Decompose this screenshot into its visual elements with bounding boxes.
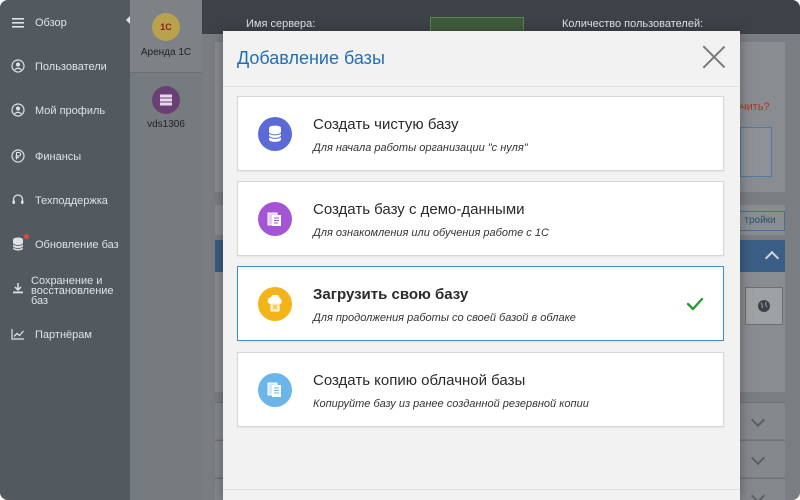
checkmark-icon bbox=[685, 294, 705, 314]
sidebar-item-label: Техподдержка bbox=[35, 195, 108, 207]
logo-1c-icon: 1С bbox=[152, 13, 180, 41]
app-label: vds1306 bbox=[147, 119, 185, 130]
server-icon bbox=[152, 86, 180, 114]
sidebar-item-label: Мой профиль bbox=[35, 105, 106, 117]
option-create-empty-db[interactable]: Создать чистую базу Для начала работы ор… bbox=[237, 96, 724, 171]
close-icon[interactable] bbox=[702, 45, 726, 69]
app-tile-rent-1c[interactable]: 1С Аренда 1С bbox=[130, 0, 202, 73]
sidebar-item-backup[interactable]: Сохранение и восстановление баз bbox=[0, 275, 130, 307]
sidebar: Обзор Пользователи Мой профиль Финансы Т bbox=[0, 0, 130, 500]
chevron-down-icon bbox=[750, 488, 766, 500]
background-link: очить? bbox=[735, 101, 770, 113]
add-database-dialog: Добавление базы Создать чистую базу Для … bbox=[223, 31, 740, 500]
download-icon bbox=[10, 280, 26, 296]
server-name-label: Имя сервера: bbox=[246, 18, 316, 30]
sidebar-item-label: Пользователи bbox=[35, 61, 107, 73]
settings-button: тройки bbox=[735, 211, 785, 231]
menu-icon bbox=[10, 15, 26, 31]
sidebar-item-db-update[interactable]: Обновление баз bbox=[0, 236, 130, 252]
apps-column: 1С Аренда 1С vds1306 bbox=[130, 0, 202, 500]
sidebar-item-label: Партнёрам bbox=[35, 329, 92, 341]
option-description: Для начала работы организации "с нуля" bbox=[313, 142, 528, 154]
option-title: Создать копию облачной базы bbox=[313, 372, 526, 389]
dialog-title: Добавление базы bbox=[237, 48, 385, 68]
database-icon bbox=[10, 236, 26, 252]
ruble-icon bbox=[10, 148, 26, 164]
option-description: Для ознакомления или обучения работе с 1… bbox=[313, 227, 549, 239]
user-icon bbox=[10, 58, 26, 74]
dialog-footer-divider bbox=[223, 489, 740, 490]
background-box bbox=[740, 127, 772, 177]
option-title: Загрузить свою базу bbox=[313, 286, 469, 303]
dialog-header-divider bbox=[223, 86, 740, 87]
chevron-down-icon bbox=[750, 412, 766, 428]
option-upload-own-db[interactable]: Загрузить свою базу Для продолжения рабо… bbox=[237, 266, 724, 341]
chart-icon bbox=[10, 326, 26, 342]
sidebar-item-profile[interactable]: Мой профиль bbox=[0, 102, 130, 118]
user-count-label: Количество пользователей: bbox=[562, 18, 704, 30]
profile-icon bbox=[10, 102, 26, 118]
headset-icon bbox=[10, 192, 26, 208]
option-copy-cloud-db[interactable]: Создать копию облачной базы Копируйте ба… bbox=[237, 352, 724, 427]
globe-icon bbox=[745, 287, 783, 325]
sidebar-item-label-multiline: Сохранение и восстановление баз bbox=[31, 275, 114, 307]
documents-icon bbox=[258, 202, 292, 236]
app-frame: Обзор Пользователи Мой профиль Финансы Т bbox=[0, 0, 800, 500]
option-title: Создать базу с демо-данными bbox=[313, 201, 525, 218]
sidebar-item-users[interactable]: Пользователи bbox=[0, 58, 130, 74]
option-title: Создать чистую базу bbox=[313, 116, 459, 133]
sidebar-item-partners[interactable]: Партнёрам bbox=[0, 326, 130, 342]
sidebar-item-label: Финансы bbox=[35, 151, 82, 163]
chevron-down-icon bbox=[750, 450, 766, 466]
sidebar-item-support[interactable]: Техподдержка bbox=[0, 192, 130, 208]
sidebar-item-finance[interactable]: Финансы bbox=[0, 148, 130, 164]
option-description: Копируйте базу из ранее созданной резерв… bbox=[313, 398, 589, 410]
sidebar-item-label: Обзор bbox=[35, 17, 67, 29]
database-icon bbox=[258, 117, 292, 151]
notification-dot bbox=[24, 234, 29, 239]
copy-icon bbox=[258, 373, 292, 407]
app-label: Аренда 1С bbox=[140, 47, 192, 58]
cloud-upload-icon bbox=[258, 287, 292, 321]
sidebar-item-overview[interactable]: Обзор bbox=[0, 15, 130, 31]
sidebar-item-label: Обновление баз bbox=[35, 239, 119, 251]
option-create-demo-db[interactable]: Создать базу с демо-данными Для ознакомл… bbox=[237, 181, 724, 256]
option-description: Для продолжения работы со своей базой в … bbox=[313, 312, 576, 324]
